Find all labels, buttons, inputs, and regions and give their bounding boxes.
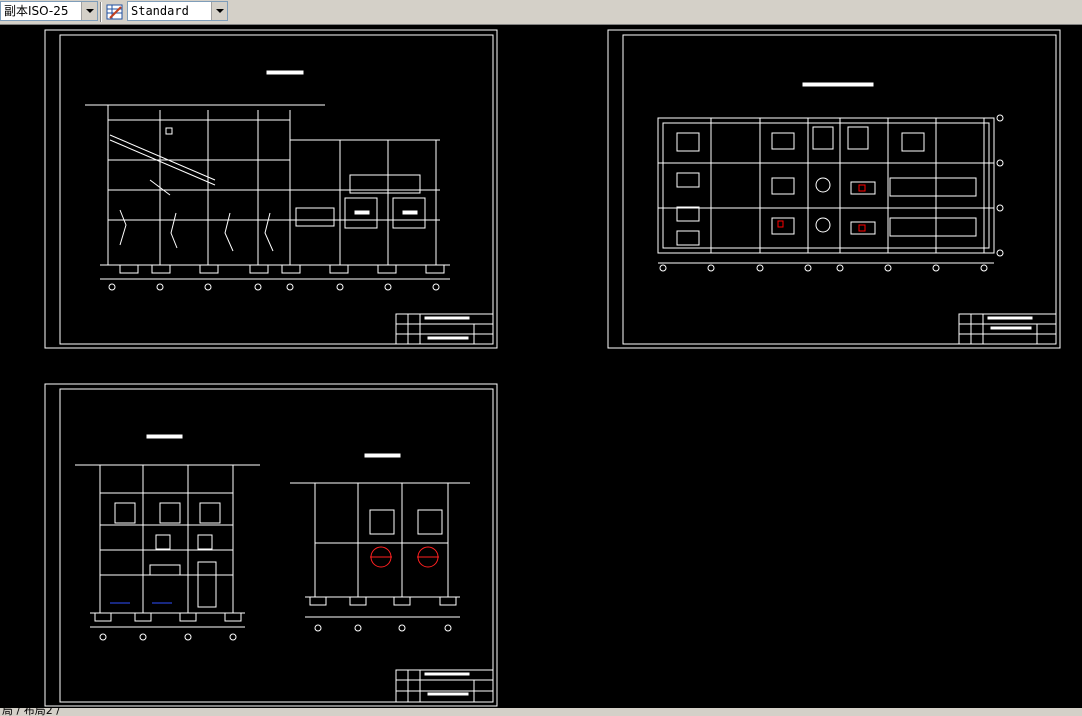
sheet-3-outer-border [44,383,498,707]
table-style-combo[interactable]: Standard [127,1,228,21]
sheet-3-left-section [75,464,260,641]
toolbar: 副本ISO-25 Standard [0,0,1082,25]
sheet-2-outer-border [607,29,1061,349]
drawing-canvas[interactable] [0,25,1082,708]
sheet-1-section-drawing [85,104,450,291]
sheet-2-title [802,82,874,87]
sheet-3-red-equipment [370,546,439,568]
sheet-3-right-title [364,453,401,458]
chevron-down-icon[interactable] [211,2,227,20]
sheet-3-left-title [146,434,183,439]
sheet-1-title [266,70,304,75]
dimension-style-combo[interactable]: 副本ISO-25 [0,1,98,21]
table-style-value: Standard [131,4,189,18]
toolbar-separator [100,2,102,22]
sheet-1-outer-border [44,29,498,349]
layout-tabs-bar: 局 / 布局2 / [0,708,1082,716]
dimension-style-value: 副本ISO-25 [4,4,69,18]
sheet-3-inner-border [59,388,494,703]
sheet-2-title-block [958,313,1057,345]
chevron-down-icon[interactable] [81,2,97,20]
layout-tabs-label[interactable]: 局 / 布局2 / [2,708,60,716]
sheet-3[interactable] [44,383,498,707]
table-style-icon[interactable] [105,2,125,22]
sheet-1-title-block [395,313,494,345]
sheet-2-plan-drawing [657,114,1004,272]
sheet-2[interactable] [607,29,1061,349]
sheet-3-title-block [395,669,494,703]
sheet-1[interactable] [44,29,498,349]
